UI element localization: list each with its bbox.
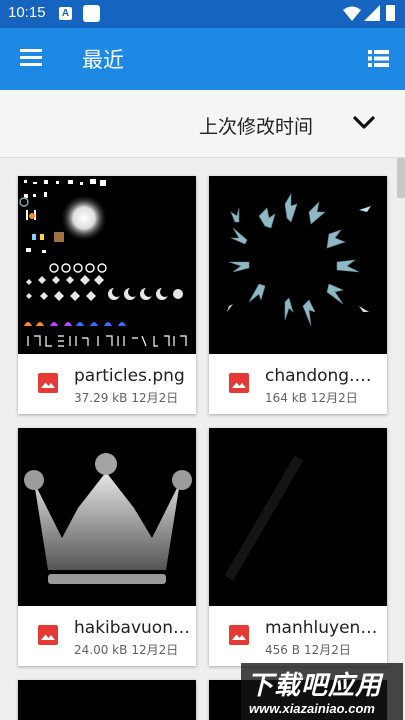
chevron-down-icon[interactable] xyxy=(352,115,376,131)
file-size: 24.00 kB xyxy=(74,643,128,657)
file-card[interactable]: manhluyen.png 456 B12月2日 xyxy=(209,428,387,666)
sort-label[interactable]: 上次修改时间 xyxy=(199,112,313,139)
file-card[interactable]: chandong.png 164 kB 12月2日 xyxy=(209,176,387,414)
image-file-icon xyxy=(38,373,58,393)
file-meta: 37.29 kB 12月2日 xyxy=(74,389,182,406)
file-thumbnail xyxy=(209,428,387,606)
page-title: 最近 xyxy=(82,48,124,72)
file-meta: 164 kB 12月2日 xyxy=(265,389,362,406)
notification-square-icon xyxy=(83,5,100,22)
file-size: 164 kB xyxy=(265,391,307,405)
scrollbar[interactable] xyxy=(397,158,405,198)
file-thumbnail xyxy=(18,176,196,354)
list-view-icon[interactable] xyxy=(368,50,389,67)
sort-bar: 上次修改时间 xyxy=(0,90,405,158)
file-thumbnail xyxy=(209,176,387,354)
image-file-icon xyxy=(229,373,249,393)
file-thumbnail xyxy=(18,680,196,720)
file-meta: 24.00 kB 12月2日 xyxy=(74,641,182,658)
battery-icon xyxy=(386,5,395,21)
app-bar: 最近 xyxy=(0,28,405,90)
notification-a-icon: A xyxy=(59,7,72,20)
file-name: particles.png xyxy=(74,366,185,386)
file-card[interactable]: particles.png 37.29 kB 12月2日 xyxy=(18,176,196,414)
file-name: chandong.png xyxy=(265,366,381,386)
status-bar: 10:15 A xyxy=(0,0,405,28)
file-thumbnail xyxy=(18,428,196,606)
watermark-title: 下载吧应用 xyxy=(247,671,383,701)
watermark-url: www.xiazainiao.com xyxy=(249,701,375,716)
file-date: 12月2日 xyxy=(131,643,179,657)
file-name: manhluyen.png xyxy=(265,618,381,638)
signal-icon xyxy=(364,5,380,21)
file-card[interactable]: hakibavuong.png 24.00 kB12月2日 xyxy=(18,428,196,666)
watermark-logo: 下载吧应用 www.xiazainiao.com xyxy=(241,663,403,720)
file-name: hakibavuong.png xyxy=(74,618,190,638)
file-size: 37.29 kB xyxy=(74,391,128,405)
file-date: 12月2日 xyxy=(303,643,351,657)
status-time: 10:15 xyxy=(8,4,46,21)
file-card[interactable] xyxy=(18,680,196,720)
image-file-icon xyxy=(229,625,249,645)
file-grid: particles.png 37.29 kB 12月2日 chandong.pn… xyxy=(0,158,405,720)
file-size: 456 B xyxy=(265,643,300,657)
file-date: 12月2日 xyxy=(131,391,179,405)
file-meta: 456 B 12月2日 xyxy=(265,641,355,658)
file-date: 12月2日 xyxy=(310,391,358,405)
hamburger-menu-icon[interactable] xyxy=(20,49,42,67)
image-file-icon xyxy=(38,625,58,645)
wifi-icon xyxy=(343,6,361,21)
